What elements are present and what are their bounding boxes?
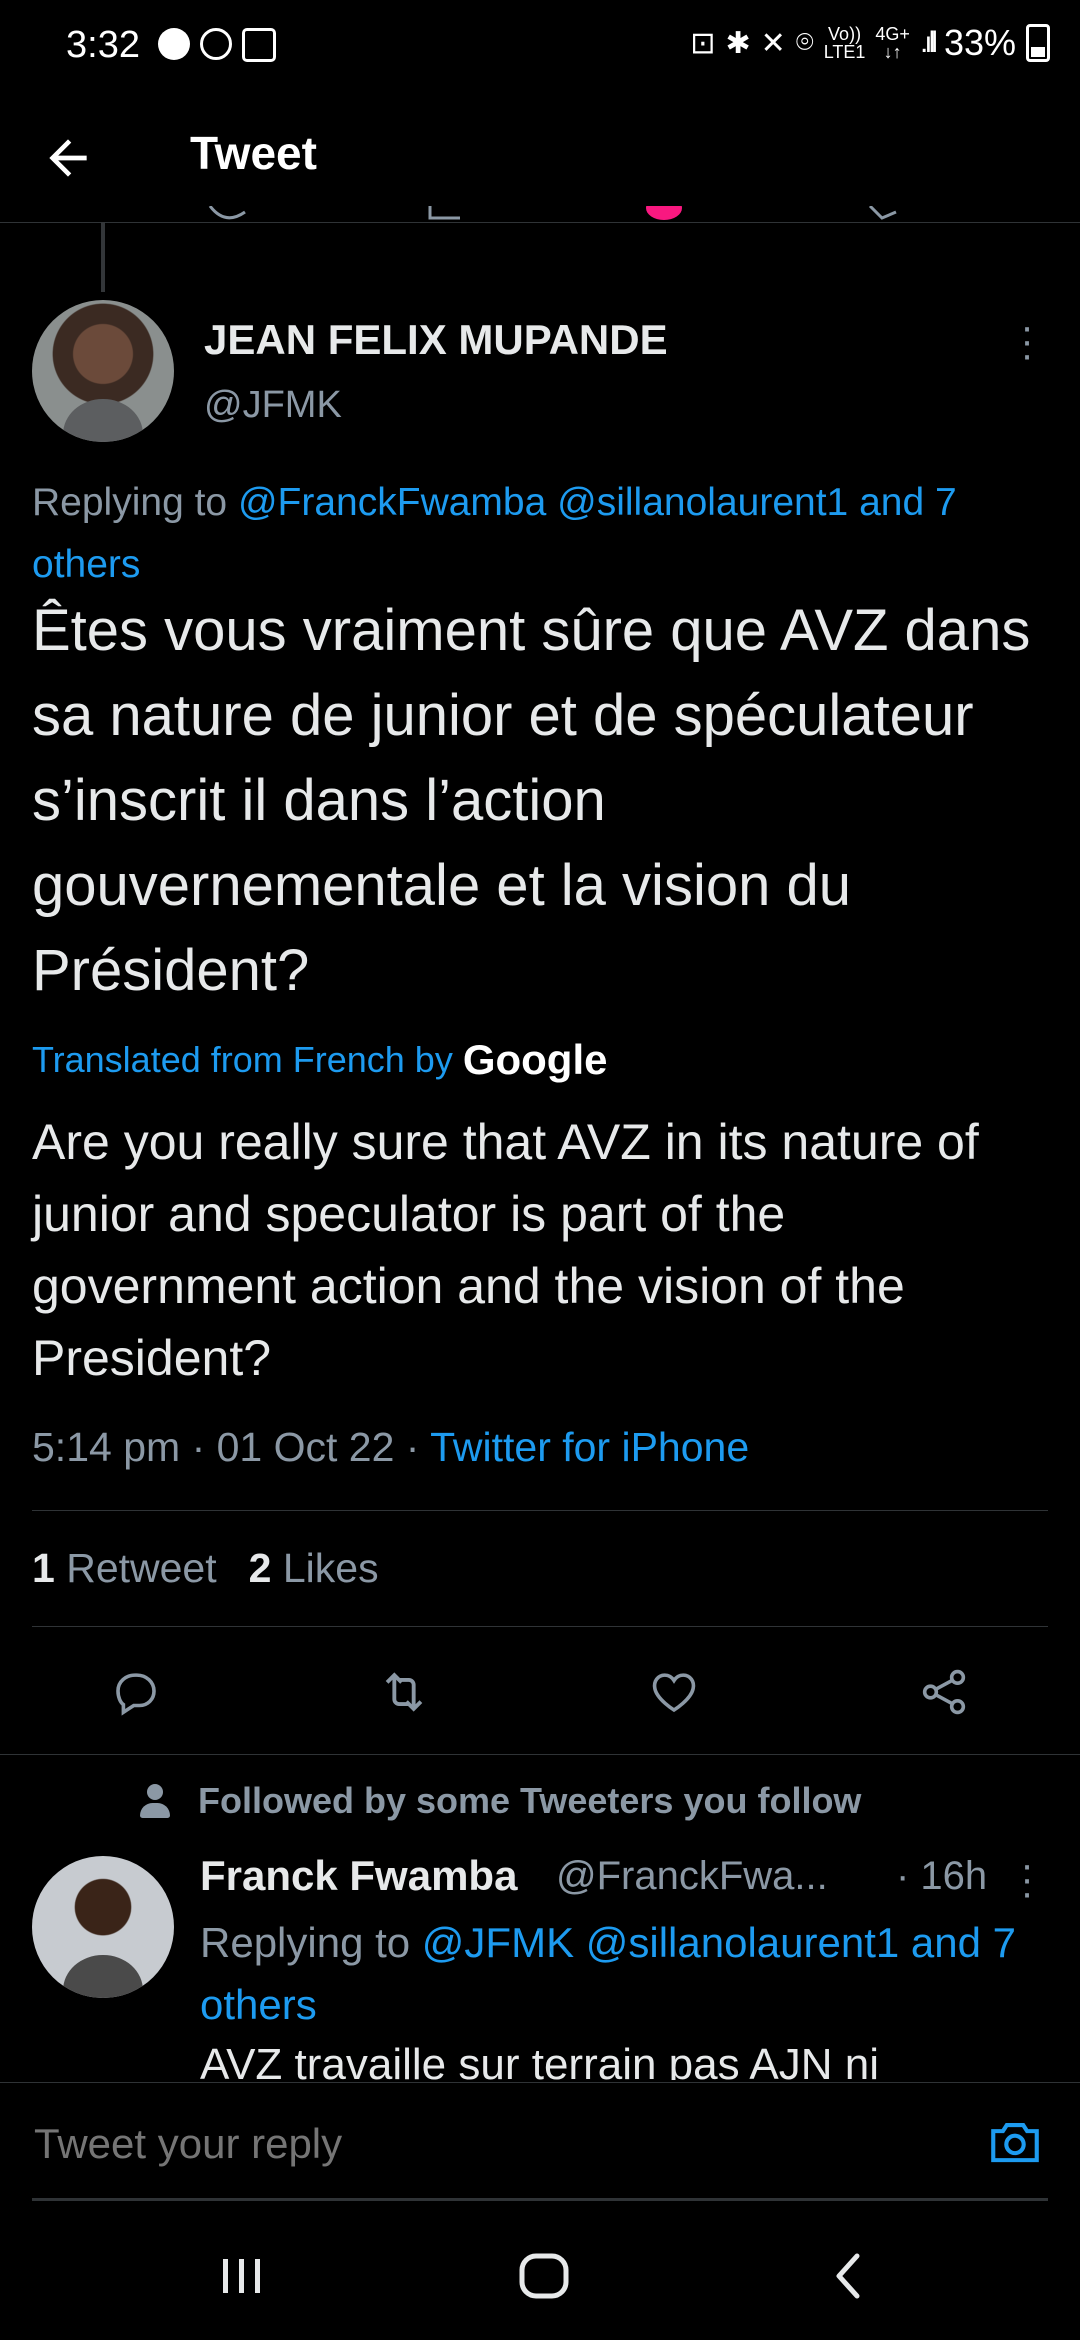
tweet-actions (0, 1652, 1080, 1732)
reply-input[interactable] (32, 2119, 936, 2169)
reply-composer (0, 2082, 1080, 2203)
tweet-body-translated: Are you really sure that AVZ in its natu… (32, 1114, 979, 1386)
data-icon: 4G+ ↓↑ (875, 24, 910, 62)
reply-replying-prefix: Replying to (200, 1919, 411, 1966)
status-right-icons: ⊡ ✱ ✕ ⌾ Vo)) LTE1 4G+ ↓↑ .ıll 33% (690, 22, 1050, 64)
status-time: 3:32 (66, 24, 140, 66)
tweet-source-link[interactable]: Twitter for iPhone (430, 1424, 749, 1470)
reply-author-name[interactable]: Franck Fwamba (200, 1852, 517, 1900)
volte-icon: Vo)) LTE1 (823, 24, 866, 62)
recent-apps-button[interactable] (202, 2236, 282, 2316)
author-handle[interactable]: @JFMK (204, 384, 342, 427)
more-options-button[interactable]: · · · (1012, 307, 1042, 375)
home-button[interactable] (504, 2236, 584, 2316)
battery-percent: 33% (943, 22, 1016, 63)
engagement-stats: 1 Retweet 2 Likes (32, 1545, 379, 1592)
reply-author-handle[interactable]: @FranckFwa... (556, 1854, 828, 1899)
replying-mentions-link[interactable]: @FranckFwamba @sillanolaurent1 (238, 481, 848, 524)
recent-apps-icon (223, 2259, 260, 2293)
more-icon: · · · (1020, 305, 1034, 377)
previous-tweet-actions (0, 206, 1080, 236)
gallery-icon (242, 28, 276, 62)
person-icon (140, 1784, 170, 1818)
back-arrow-icon (49, 139, 87, 177)
battery-icon (1026, 24, 1050, 62)
like-button[interactable] (634, 1652, 714, 1732)
signal-icon: .ıll (919, 26, 938, 59)
camera-button[interactable] (986, 2113, 1044, 2171)
page-title: Tweet (190, 127, 317, 179)
divider (32, 1626, 1048, 1627)
status-left-icons (158, 28, 276, 62)
account-icon (158, 28, 190, 60)
mute-icon: ✕ (760, 26, 786, 60)
thread-connector-line (101, 222, 105, 292)
google-logo: Google (462, 1036, 608, 1083)
system-back-button[interactable] (808, 2236, 888, 2316)
divider (32, 1510, 1048, 1511)
reply-body-container: AVZ travaille sur terrain pas AJN ni (200, 2038, 1050, 2080)
like-icon (652, 1673, 696, 1713)
system-navigation-bar (0, 2202, 1080, 2340)
reply-input-underline (32, 2198, 1048, 2201)
reply-time[interactable]: · 16h (896, 1854, 987, 1899)
tweet-meta: 5:14 pm · 01 Oct 22 · Twitter for iPhone (32, 1424, 750, 1470)
translated-label: Translated from French by (32, 1039, 453, 1080)
tweet-body-original: Êtes vous vraiment sûre que AVZ dans sa … (32, 598, 1031, 1003)
status-bar: 3:32 ⊡ ✱ ✕ ⌾ Vo)) LTE1 4G+ ↓↑ .ıll 33% (0, 0, 1080, 96)
bluetooth-icon: ✱ (725, 26, 751, 60)
retweet-button[interactable] (364, 1652, 444, 1732)
tweet-time[interactable]: 5:14 pm (32, 1424, 180, 1470)
social-context: Followed by some Tweeters you follow (140, 1780, 861, 1822)
chevron-left-icon (836, 2253, 860, 2299)
more-icon: · · · (1020, 1843, 1034, 1915)
location-icon: ⌾ (795, 26, 814, 59)
lock-icon: ⊡ (690, 26, 716, 60)
translation-attribution: Translated from French by Google (32, 1036, 608, 1084)
reply-replying-to: Replying to @JFMK @sillanolaurent1 and 7… (200, 1912, 1050, 2036)
share-icon (922, 1669, 966, 1715)
reply-author-avatar[interactable] (32, 1856, 174, 1998)
section-divider (0, 1754, 1080, 1755)
tweet-date[interactable]: 01 Oct 22 (217, 1424, 395, 1470)
author-name[interactable]: JEAN FELIX MUPANDE (204, 316, 668, 364)
retweets-stat[interactable]: 1 Retweet (32, 1545, 217, 1592)
reply-icon (116, 1673, 156, 1716)
whatsapp-icon (200, 28, 232, 60)
top-app-bar: Tweet (0, 96, 1080, 223)
camera-icon (991, 2123, 1039, 2163)
likes-stat[interactable]: 2 Likes (249, 1545, 379, 1592)
reply-body[interactable]: AVZ travaille sur terrain pas AJN ni (200, 2038, 1050, 2080)
share-button[interactable] (904, 1652, 984, 1732)
back-button[interactable] (40, 122, 112, 194)
social-context-text: Followed by some Tweeters you follow (198, 1780, 862, 1821)
reply-button[interactable] (96, 1652, 176, 1732)
replying-to: Replying to @FranckFwamba @sillanolauren… (32, 472, 1042, 596)
home-icon (519, 2253, 569, 2299)
replying-prefix: Replying to (32, 481, 228, 524)
retweet-icon (385, 1672, 423, 1712)
reply-more-options-button[interactable]: · · · (1012, 1845, 1042, 1913)
author-avatar[interactable] (32, 300, 174, 442)
